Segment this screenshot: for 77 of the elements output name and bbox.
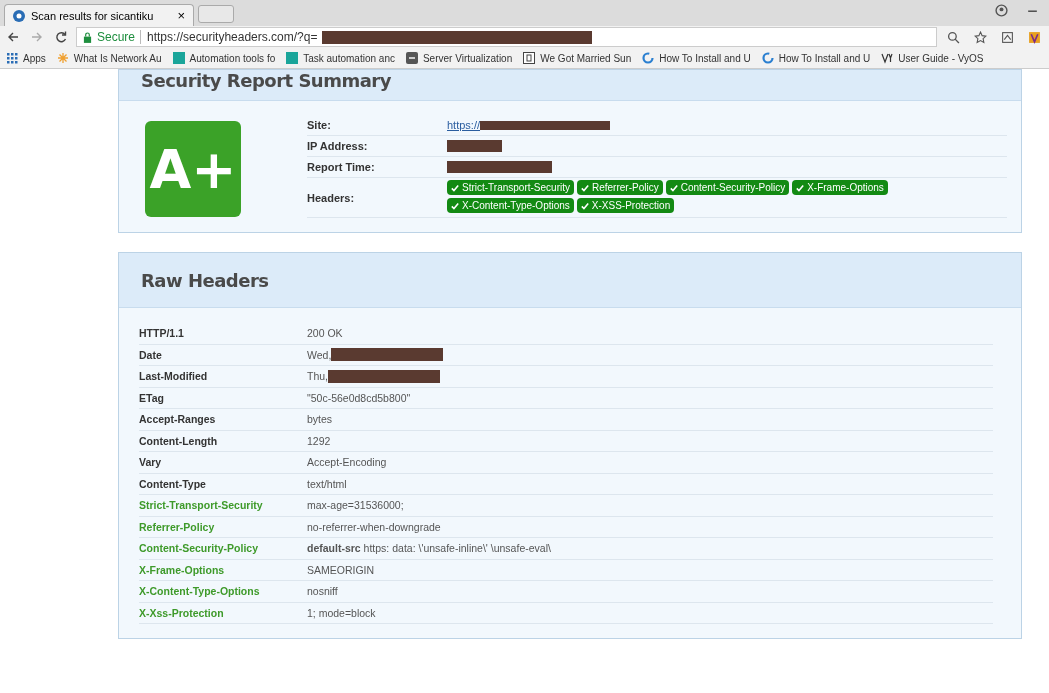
bookmark-item[interactable]: Automation tools fo: [172, 52, 276, 64]
extension-icon[interactable]: [1001, 30, 1014, 44]
back-icon[interactable]: [7, 31, 19, 43]
header-tag-text: Strict-Transport-Security: [462, 182, 570, 193]
tab-title: Scan results for sicantiku: [31, 9, 155, 22]
apps-grid-icon: [6, 52, 18, 64]
header-tag-text: Referrer-Policy: [592, 182, 659, 193]
bookmark-item[interactable]: Apps: [6, 52, 46, 64]
header-name: HTTP/1.1: [139, 327, 185, 340]
ring-icon: [761, 52, 774, 64]
close-icon[interactable]: ×: [177, 8, 185, 23]
header-name: Last-Modified: [139, 370, 209, 383]
section-title: Raw Headers: [141, 269, 269, 291]
header-name: Date: [139, 348, 163, 361]
field-label: Headers:: [307, 191, 356, 204]
square-icon: [172, 52, 185, 64]
square-outline-icon: [523, 52, 536, 64]
url-text: https://securityheaders.com/?q=: [140, 30, 318, 44]
zoom-icon[interactable]: [947, 30, 960, 44]
ring-icon: [642, 52, 655, 64]
header-value: 1; mode=block: [307, 606, 376, 619]
profile-icon[interactable]: [995, 3, 1008, 17]
header-value: bytes: [307, 413, 333, 426]
vm-icon: [405, 52, 418, 64]
header-tag-text: X-Content-Type-Options: [462, 200, 570, 211]
header-value: text/html: [307, 477, 347, 490]
secure-label: Secure: [97, 30, 136, 44]
header-value: nosniff: [307, 585, 338, 598]
header-name: X-Frame-Options: [139, 563, 226, 576]
header-value: 1292: [307, 434, 331, 447]
field-label: IP Address:: [307, 140, 369, 152]
header-value: "50c-56e0d8cd5b800": [307, 391, 411, 404]
site-icon: [13, 9, 25, 22]
header-value: Accept-Encoding: [307, 456, 387, 469]
header-name: X-Content-Type-Options: [139, 585, 261, 598]
bookmark-item[interactable]: How To Install and U: [642, 52, 751, 64]
extension-icon[interactable]: [1028, 30, 1041, 44]
header-name: Content-Security-Policy: [139, 542, 260, 555]
browser-tab[interactable]: Scan results for sicantiku ×: [4, 4, 194, 26]
header-tag-text: X-Frame-Options: [807, 182, 884, 193]
header-value: Thu,: [307, 370, 328, 383]
address-bar[interactable]: Secure https://securityheaders.com/?q=: [76, 27, 937, 47]
header-value: max-age=31536000;: [307, 499, 404, 512]
bookmark-item[interactable]: User Guide - VyOS: [881, 52, 984, 64]
star-icon[interactable]: [974, 30, 987, 44]
header-name: Referrer-Policy: [139, 520, 216, 533]
reload-icon[interactable]: [55, 31, 67, 43]
header-name: Vary: [139, 456, 163, 469]
header-value: default-src https: data: \'unsafe-inline\' \unsafe-eval\: [307, 542, 551, 555]
header-value: Wed,: [307, 348, 332, 361]
header-value: SAMEORIGIN: [307, 563, 375, 576]
header-name: Accept-Ranges: [139, 413, 217, 426]
header-tag-text: Content-Security-Policy: [680, 182, 786, 193]
header-name: X-Xss-Protection: [139, 606, 225, 619]
header-name: Content-Type: [139, 477, 207, 490]
field-label: Report Time:: [307, 161, 376, 173]
field-label: Site:: [307, 119, 332, 131]
spark-icon: [56, 52, 69, 64]
bookmark-item[interactable]: Server Virtualization: [405, 52, 513, 64]
header-value: no-referrer-when-downgrade: [307, 520, 441, 533]
square-icon: [286, 52, 299, 64]
check-icon: [796, 183, 805, 192]
lock-icon: [83, 31, 92, 43]
site-link[interactable]: https://: [447, 119, 481, 131]
header-name: Strict-Transport-Security: [139, 499, 264, 512]
bookmark-item[interactable]: What Is Network Au: [56, 52, 162, 64]
bookmark-item[interactable]: How To Install and U: [761, 52, 871, 64]
header-value: 200 OK: [307, 327, 343, 340]
bookmark-item[interactable]: Task automation anc: [286, 52, 395, 64]
bookmark-item[interactable]: We Got Married Sun: [523, 52, 632, 64]
header-name: Content-Length: [139, 434, 219, 447]
check-icon: [669, 183, 678, 192]
grade-badge: A+: [145, 121, 241, 217]
header-tag-text: X-XSS-Protection: [591, 200, 671, 211]
vy-logo-icon: [881, 52, 894, 64]
section-title: Security Report Summary: [141, 70, 391, 91]
header-name: ETag: [139, 391, 165, 404]
